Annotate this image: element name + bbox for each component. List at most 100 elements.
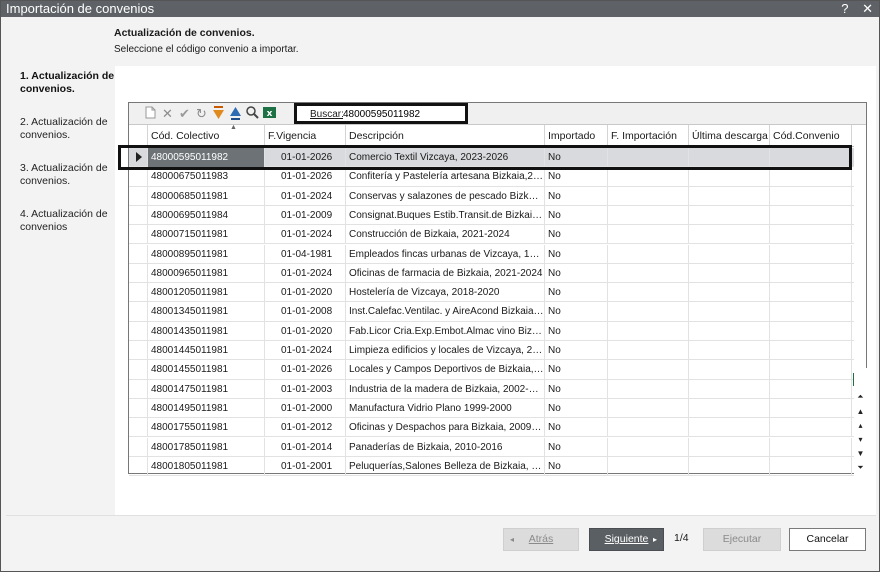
cell-cod-colectivo: 48001205011981 xyxy=(148,283,265,303)
table-row[interactable]: 48000965011981 01-01-2024 Oficinas de farm… xyxy=(129,263,854,284)
cell-descripcion: Panaderías de Bizkaia, 2010-2016 xyxy=(346,437,545,457)
zoom-icon[interactable] xyxy=(245,106,260,121)
col-f-importacion[interactable]: F. Importación xyxy=(608,125,689,147)
cell-cod-convenio xyxy=(770,437,852,457)
cell-importado: No xyxy=(545,456,608,476)
confirm-icon[interactable]: ✔ xyxy=(177,106,192,121)
cell-f-vigencia: 01-01-2001 xyxy=(265,456,346,476)
search-input[interactable] xyxy=(343,108,465,121)
table-row[interactable]: 48001805011981 01-01-2001 Peluquerías,Salo… xyxy=(129,456,854,477)
move-up-icon[interactable] xyxy=(228,106,243,121)
cell-f-importacion xyxy=(608,244,689,264)
scroll-up-icon[interactable]: ▴ xyxy=(855,419,866,432)
cancel-button[interactable]: Cancelar xyxy=(789,528,866,551)
cell-f-importacion xyxy=(608,205,689,225)
cell-cod-convenio xyxy=(770,263,852,283)
table-row[interactable]: 48001755011981 01-01-2012 Oficinas y Despa… xyxy=(129,418,854,438)
table-row[interactable]: 48000675011983 01-01-2026 Confitería y Pas… xyxy=(129,167,854,187)
cell-f-importacion xyxy=(608,321,689,341)
cell-cod-colectivo: 48000895011981 xyxy=(148,244,265,264)
cell-f-importacion xyxy=(608,225,689,245)
cell-cod-convenio xyxy=(770,244,852,264)
cell-f-vigencia: 01-01-2020 xyxy=(265,321,346,341)
table-row[interactable]: 48001435011981 01-01-2020 Fab.Licor Cria.E… xyxy=(129,321,854,341)
row-indicator xyxy=(129,167,148,187)
delete-icon[interactable]: ✕ xyxy=(160,106,175,121)
back-button[interactable]: ◂ Atrás xyxy=(503,528,579,551)
row-indicator xyxy=(129,186,148,206)
cell-descripcion: Hostelería de Vizcaya, 2018-2020 xyxy=(346,283,545,303)
table-row[interactable]: 48000595011982 01-01-2026 Comercio Textil … xyxy=(129,148,854,168)
scroll-page-down-icon[interactable]: ▼ xyxy=(855,447,866,460)
scroll-page-up-icon[interactable]: ▲ xyxy=(855,405,866,418)
undo-icon[interactable]: ↻ xyxy=(194,106,209,121)
table-row[interactable]: 48000685011981 01-01-2024 Conservas y sala… xyxy=(129,186,854,206)
next-button[interactable]: Siguiente ▸ xyxy=(589,528,664,551)
row-indicator xyxy=(129,283,148,303)
table-row[interactable]: 48001475011981 01-01-2003 Industria de la … xyxy=(129,379,854,399)
cell-f-importacion xyxy=(608,302,689,322)
cell-f-vigencia: 01-01-2024 xyxy=(265,263,346,283)
cell-cod-convenio xyxy=(770,283,852,303)
execute-button[interactable]: Ejecutar xyxy=(703,528,781,551)
scroll-top-icon[interactable]: ⏶ xyxy=(855,390,866,403)
cell-importado: No xyxy=(545,186,608,206)
col-importado[interactable]: Importado xyxy=(545,125,608,147)
cell-cod-convenio xyxy=(770,148,852,167)
table-row[interactable]: 48001495011981 01-01-2000 Manufactura Vidr… xyxy=(129,398,854,419)
cell-descripcion: Oficinas de farmacia de Bizkaia, 2021-20… xyxy=(346,263,545,283)
cell-ultima-descarga xyxy=(689,437,770,457)
cell-f-importacion xyxy=(608,341,689,360)
cell-ultima-descarga xyxy=(689,456,770,476)
table-row[interactable]: 48001455011981 01-01-2026 Locales y Campos… xyxy=(129,360,854,380)
table-row[interactable]: 48000695011984 01-01-2009 Consignat.Buques… xyxy=(129,205,854,226)
cell-f-vigencia: 01-01-2024 xyxy=(265,225,346,245)
new-icon[interactable] xyxy=(143,106,158,121)
col-cod-colectivo[interactable]: Cód. Colectivo xyxy=(148,125,265,147)
step-title: Actualización de convenios. xyxy=(114,27,255,39)
cell-ultima-descarga xyxy=(689,186,770,206)
row-indicator xyxy=(129,360,148,380)
cell-importado: No xyxy=(545,302,608,322)
row-indicator xyxy=(129,302,148,322)
table-row[interactable]: 48001345011981 01-01-2008 Inst.Calefac.Ven… xyxy=(129,302,854,322)
cell-importado: No xyxy=(545,418,608,438)
col-ultima-descarga[interactable]: Última descarga xyxy=(689,125,770,147)
cell-ultima-descarga xyxy=(689,283,770,303)
cell-f-vigencia: 01-01-2026 xyxy=(265,167,346,187)
vertical-scrollbar[interactable]: ⏶ ▲ ▴ ▾ ▼ ⏷ xyxy=(854,368,867,474)
cell-descripcion: Comercio Textil Vizcaya, 2023-2026 xyxy=(346,148,545,167)
col-descripcion[interactable]: Descripción xyxy=(346,125,545,147)
step-4: 4. Actualización de convenios xyxy=(20,208,108,233)
current-row-arrow-icon xyxy=(136,152,142,162)
cell-cod-convenio xyxy=(770,456,852,476)
cell-ultima-descarga xyxy=(689,205,770,225)
window-title: Importación de convenios xyxy=(6,1,155,16)
cell-f-vigencia: 01-01-2012 xyxy=(265,418,346,438)
title-bar: Importación de convenios ? ✕ xyxy=(1,1,879,17)
move-down-icon[interactable] xyxy=(211,106,226,121)
table-row[interactable]: 48000895011981 01-04-1981 Empleados fincas… xyxy=(129,244,854,264)
cell-f-vigencia: 01-01-2003 xyxy=(265,379,346,399)
excel-icon[interactable]: x xyxy=(262,106,277,121)
table-row[interactable]: 48001205011981 01-01-2020 Hostelería de Vi… xyxy=(129,283,854,303)
cell-importado: No xyxy=(545,341,608,360)
row-indicator xyxy=(129,148,148,167)
help-icon[interactable]: ? xyxy=(841,1,848,16)
scroll-down-icon[interactable]: ▾ xyxy=(855,433,866,446)
cell-cod-convenio xyxy=(770,186,852,206)
col-cod-convenio[interactable]: Cód.Convenio xyxy=(770,125,852,147)
row-indicator xyxy=(129,456,148,476)
close-icon[interactable]: ✕ xyxy=(862,1,873,16)
cell-cod-convenio xyxy=(770,225,852,245)
col-f-vigencia[interactable]: F.Vigencia xyxy=(265,125,346,147)
cell-f-importacion xyxy=(608,148,689,167)
table-row[interactable]: 48001445011981 01-01-2024 Limpieza edifici… xyxy=(129,341,854,361)
cell-ultima-descarga xyxy=(689,321,770,341)
table-row[interactable]: 48001785011981 01-01-2014 Panaderías de Bi… xyxy=(129,437,854,457)
table-row[interactable]: 48000715011981 01-01-2024 Construcción de … xyxy=(129,225,854,245)
scroll-bottom-icon[interactable]: ⏷ xyxy=(855,461,866,474)
cell-descripcion: Peluquerías,Salones Belleza de Bizkaia, … xyxy=(346,456,545,476)
cell-importado: No xyxy=(545,283,608,303)
cell-descripcion: Industria de la madera de Bizkaia, 2002-… xyxy=(346,379,545,399)
